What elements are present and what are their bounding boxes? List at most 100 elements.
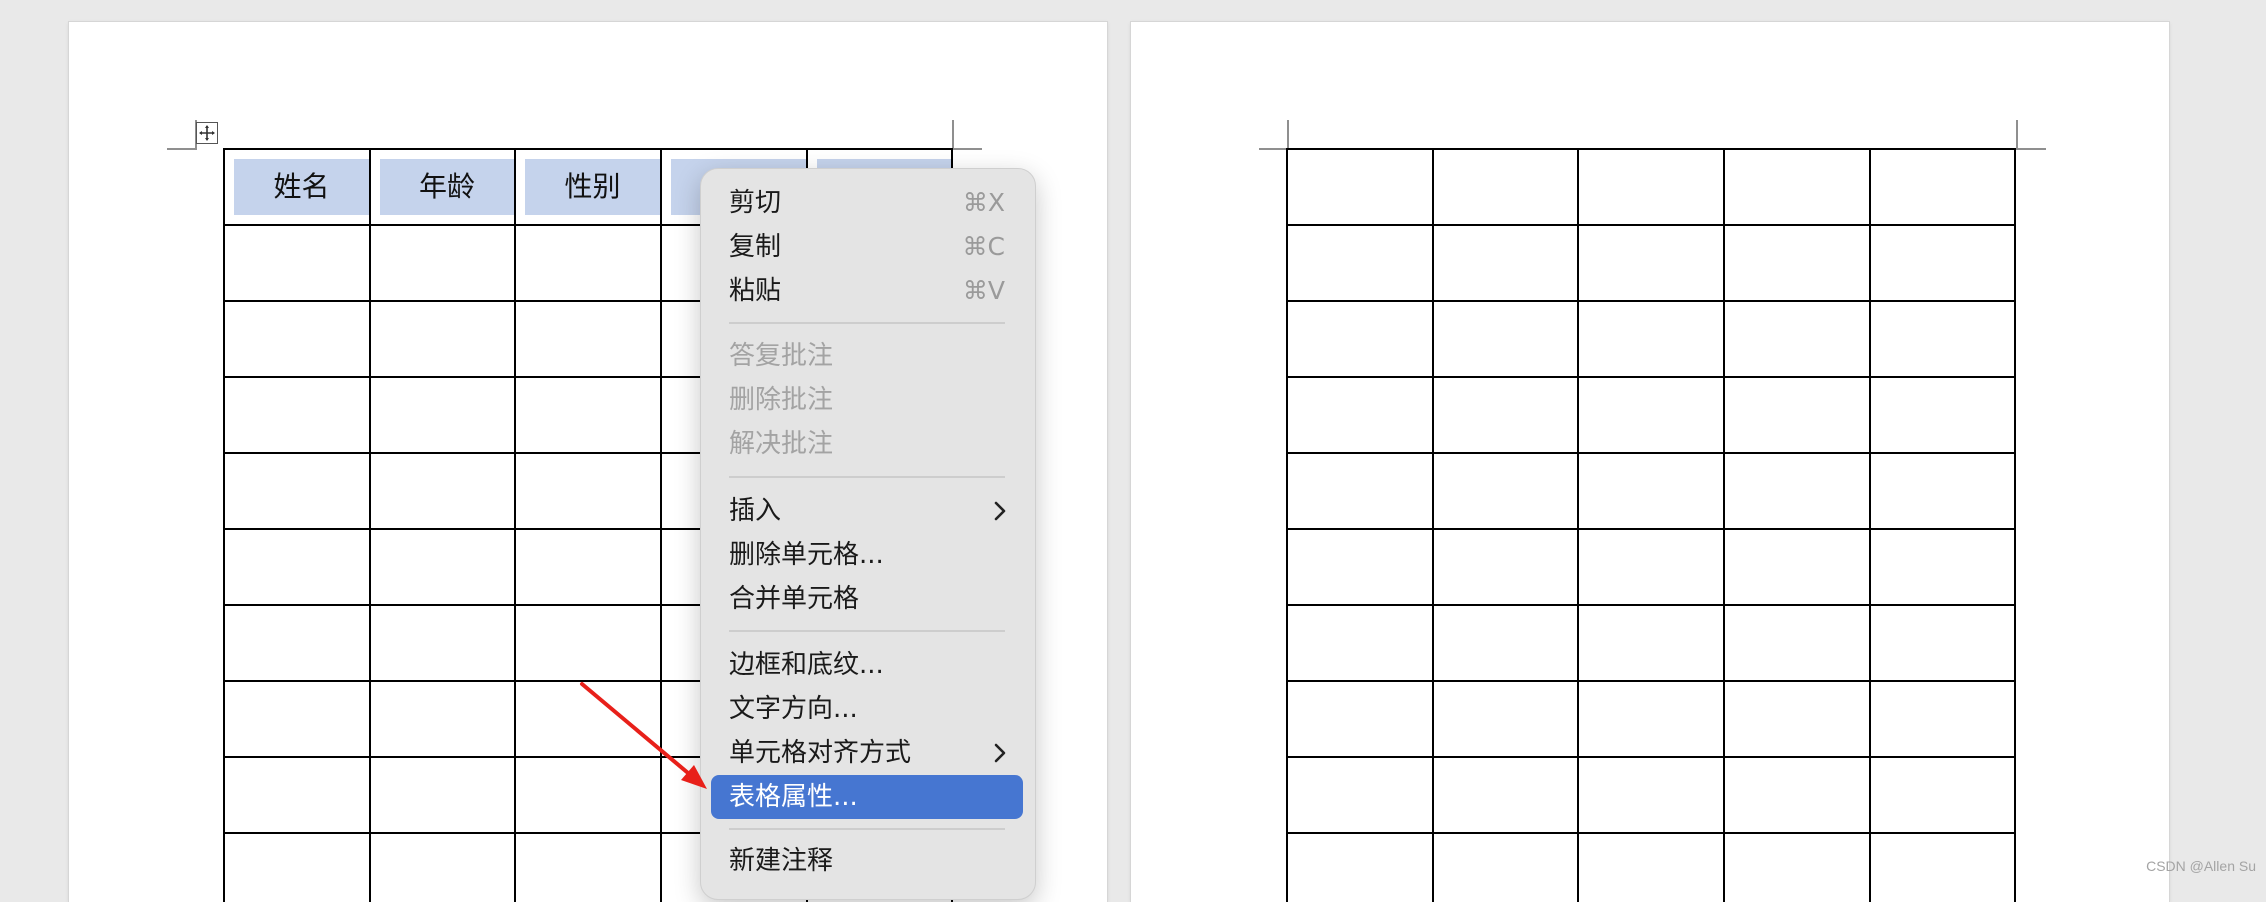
table-cell[interactable]: 年龄	[369, 148, 516, 226]
menu-shortcut: ⌘V	[962, 276, 1005, 305]
table-cell[interactable]	[223, 832, 371, 902]
menu-item-paste[interactable]: 粘贴 ⌘V	[711, 269, 1023, 313]
table-cell[interactable]	[1577, 832, 1725, 902]
table-cell[interactable]	[1577, 756, 1725, 834]
menu-item-copy[interactable]: 复制 ⌘C	[711, 225, 1023, 269]
menu-item-label: 表格属性...	[729, 782, 858, 812]
table-cell[interactable]	[1432, 832, 1579, 902]
table-cell[interactable]	[514, 452, 662, 530]
table-cell[interactable]	[223, 300, 371, 378]
table-cell[interactable]	[223, 680, 371, 758]
table-cell[interactable]	[514, 756, 662, 834]
table-move-handle-icon[interactable]	[196, 122, 218, 144]
table-cell[interactable]	[514, 300, 662, 378]
table-cell[interactable]	[1723, 604, 1871, 682]
table-cell[interactable]	[1723, 680, 1871, 758]
document-table[interactable]	[1286, 148, 2016, 902]
table-cell[interactable]	[369, 832, 516, 902]
table-cell[interactable]	[1577, 680, 1725, 758]
table-cell[interactable]	[514, 680, 662, 758]
table-cell[interactable]	[1869, 604, 2016, 682]
menu-item-insert[interactable]: 插入	[711, 489, 1023, 533]
table-cell[interactable]	[1432, 376, 1579, 454]
table-cell[interactable]	[1286, 604, 1434, 682]
table-cell[interactable]	[1869, 756, 2016, 834]
table-cell[interactable]	[1432, 680, 1579, 758]
table-cell[interactable]	[1286, 300, 1434, 378]
table-cell[interactable]	[1432, 224, 1579, 302]
table-cell[interactable]	[1432, 148, 1579, 226]
table-cell[interactable]	[1286, 148, 1434, 226]
table-cell[interactable]	[1869, 224, 2016, 302]
table-cell[interactable]	[369, 680, 516, 758]
menu-item-label: 删除批注	[729, 385, 834, 415]
table-cell[interactable]	[1577, 604, 1725, 682]
table-cell[interactable]	[369, 756, 516, 834]
table-cell[interactable]	[514, 604, 662, 682]
table-cell[interactable]	[1286, 452, 1434, 530]
crop-mark-top-right	[952, 120, 982, 150]
table-cell[interactable]	[1869, 452, 2016, 530]
table-cell[interactable]	[1577, 224, 1725, 302]
table-cell[interactable]	[1723, 376, 1871, 454]
table-cell[interactable]	[1869, 680, 2016, 758]
table-cell[interactable]	[1286, 756, 1434, 834]
table-cell[interactable]	[1577, 300, 1725, 378]
table-cell[interactable]	[1432, 452, 1579, 530]
table-cell[interactable]	[1723, 148, 1871, 226]
table-cell[interactable]	[369, 376, 516, 454]
table-cell[interactable]	[369, 604, 516, 682]
table-cell[interactable]	[223, 756, 371, 834]
table-cell[interactable]	[369, 300, 516, 378]
table-cell[interactable]	[1577, 452, 1725, 530]
table-cell[interactable]	[1723, 756, 1871, 834]
table-cell[interactable]	[1869, 376, 2016, 454]
table-cell[interactable]	[1286, 376, 1434, 454]
table-cell[interactable]	[1432, 300, 1579, 378]
table-cell[interactable]	[1869, 148, 2016, 226]
table-cell[interactable]	[1432, 756, 1579, 834]
menu-item-cell-alignment[interactable]: 单元格对齐方式	[711, 731, 1023, 775]
table-cell[interactable]	[1432, 604, 1579, 682]
table-cell[interactable]	[1577, 528, 1725, 606]
table-cell[interactable]	[369, 528, 516, 606]
table-cell[interactable]	[514, 528, 662, 606]
menu-item-merge-cells[interactable]: 合并单元格	[711, 577, 1023, 621]
table-cell[interactable]	[1723, 528, 1871, 606]
table-cell[interactable]	[1577, 148, 1725, 226]
table-cell[interactable]	[1723, 300, 1871, 378]
menu-item-delete-cells[interactable]: 删除单元格...	[711, 533, 1023, 577]
table-cell[interactable]	[1723, 452, 1871, 530]
table-cell[interactable]	[514, 832, 662, 902]
table-cell[interactable]	[1286, 680, 1434, 758]
table-cell[interactable]	[1286, 832, 1434, 902]
menu-item-borders-shading[interactable]: 边框和底纹...	[711, 643, 1023, 687]
table-cell[interactable]	[1286, 528, 1434, 606]
table-cell[interactable]	[1723, 832, 1871, 902]
table-cell[interactable]	[1869, 832, 2016, 902]
table-cell[interactable]	[369, 452, 516, 530]
table-cell[interactable]	[514, 376, 662, 454]
table-cell[interactable]	[1286, 224, 1434, 302]
table-cell[interactable]	[223, 376, 371, 454]
menu-item-cut[interactable]: 剪切 ⌘X	[711, 181, 1023, 225]
table-cell[interactable]	[223, 604, 371, 682]
table-cell[interactable]: 性别	[514, 148, 662, 226]
table-cell[interactable]	[1869, 528, 2016, 606]
table-cell[interactable]	[1432, 528, 1579, 606]
table-cell[interactable]	[1723, 224, 1871, 302]
menu-shortcut: ⌘X	[962, 188, 1005, 217]
table-cell[interactable]: 姓名	[223, 148, 371, 226]
watermark: CSDN @Allen Su	[2146, 858, 2256, 874]
menu-item-label: 粘贴	[729, 276, 782, 306]
table-cell[interactable]	[514, 224, 662, 302]
menu-item-table-properties[interactable]: 表格属性...	[711, 775, 1023, 819]
menu-item-new-comment[interactable]: 新建注释	[711, 839, 1023, 883]
table-cell[interactable]	[369, 224, 516, 302]
table-cell[interactable]	[223, 528, 371, 606]
table-cell[interactable]	[223, 452, 371, 530]
table-cell[interactable]	[1869, 300, 2016, 378]
table-cell[interactable]	[223, 224, 371, 302]
table-cell[interactable]	[1577, 376, 1725, 454]
menu-item-text-direction[interactable]: 文字方向...	[711, 687, 1023, 731]
